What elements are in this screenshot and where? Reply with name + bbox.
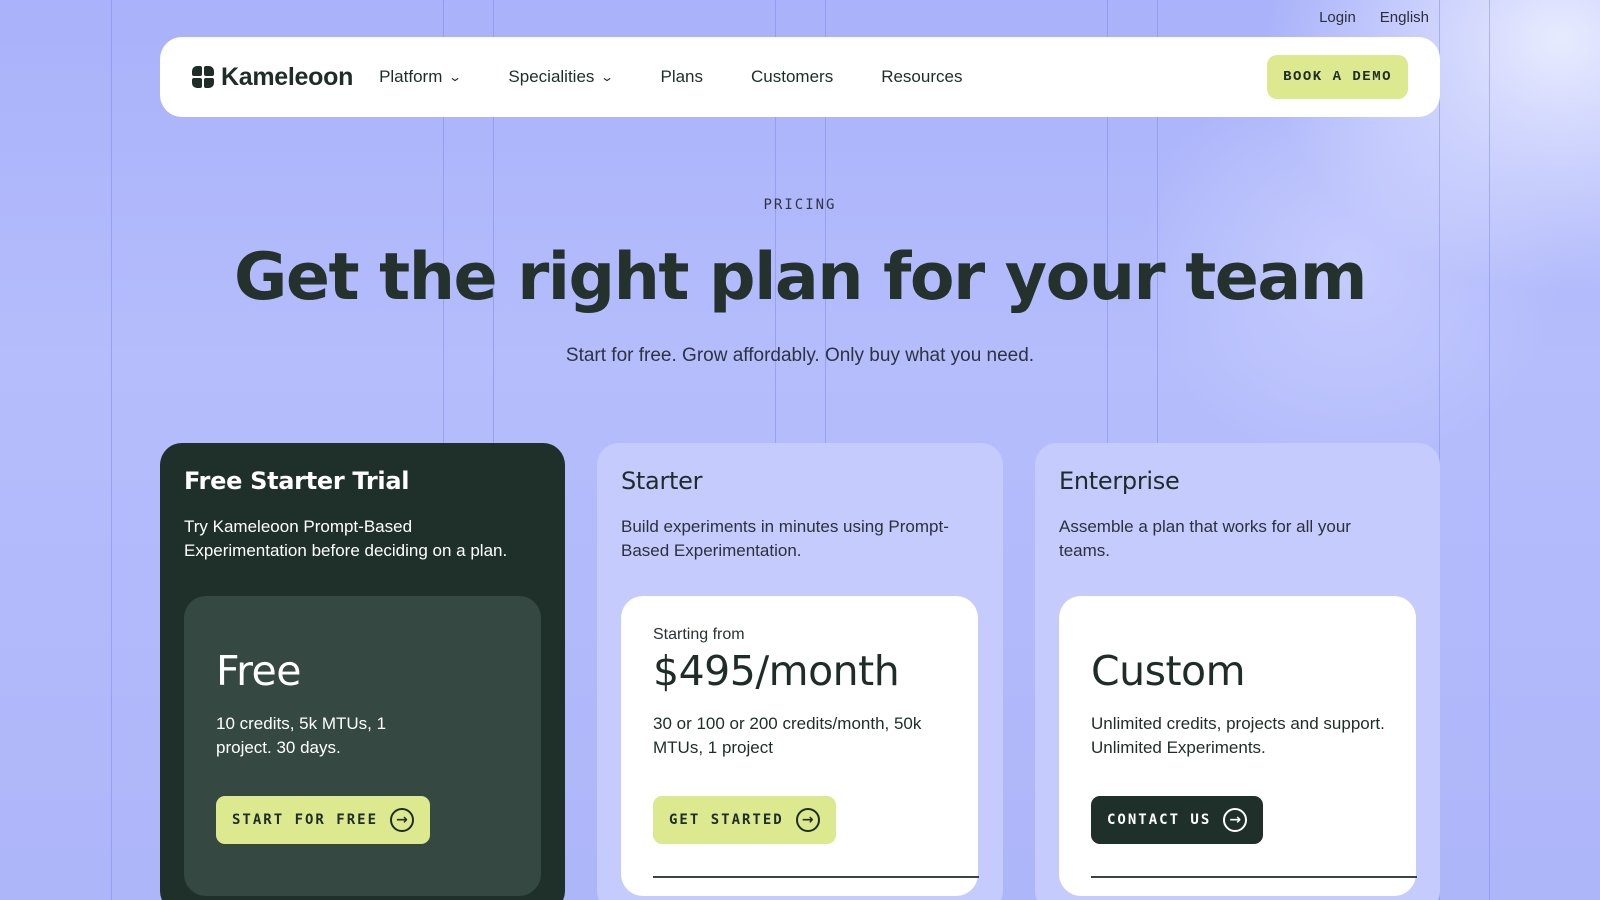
divider [653,876,979,878]
brand-logo[interactable]: Kameleoon [192,63,353,92]
plan-price: Custom [1091,647,1246,695]
plan-description: Try Kameleoon Prompt-Based Experimentati… [184,517,508,560]
plan-card-starter: Starter Build experiments in minutes usi… [597,443,1003,900]
main-navbar: Kameleoon Platform ⌄ Specialities ⌄ Plan… [160,37,1440,117]
page-title: Get the right plan for your team [234,240,1367,315]
plan-details: 10 credits, 5k MTUs, 1 project. 30 days. [216,714,387,757]
nav-menu: Platform ⌄ Specialities ⌄ Plans Customer… [379,67,1010,87]
get-started-button[interactable]: GET STARTED → [653,796,836,844]
nav-item-label: Specialities [508,67,595,86]
nav-item-specialities[interactable]: Specialities ⌄ [508,67,615,87]
brand-name: Kameleoon [221,62,354,91]
language-selector[interactable]: English [1380,9,1429,26]
nav-item-resources[interactable]: Resources [881,67,962,87]
plan-details: Unlimited credits, projects and support.… [1091,714,1385,757]
nav-item-label: Customers [751,67,834,86]
price-prefix: Starting from [653,626,745,643]
nav-item-platform[interactable]: Platform ⌄ [379,67,463,87]
plan-name: Enterprise [1059,467,1180,495]
arrow-right-circle-icon: → [1223,808,1248,832]
plan-price: $495/month [653,647,900,695]
chevron-down-icon: ⌄ [600,70,615,84]
book-demo-button[interactable]: BOOK A DEMO [1267,55,1408,99]
nav-item-label: Plans [660,67,704,86]
nav-item-customers[interactable]: Customers [751,67,833,87]
page-subtitle: Start for free. Grow affordably. Only bu… [565,345,1035,366]
nav-item-label: Platform [379,67,443,86]
plan-description: Build experiments in minutes using Promp… [621,517,949,560]
nav-item-plans[interactable]: Plans [660,67,703,87]
plan-card-enterprise: Enterprise Assemble a plan that works fo… [1035,443,1440,900]
login-link[interactable]: Login [1319,9,1356,26]
plan-name: Starter [621,467,703,495]
plan-price-box: Free 10 credits, 5k MTUs, 1 project. 30 … [184,596,541,896]
button-label: GET STARTED [669,812,784,828]
start-for-free-button[interactable]: START FOR FREE → [216,796,431,844]
grid-line [111,0,112,900]
grid-line [1489,0,1490,900]
plan-name: Free Starter Trial [184,467,410,495]
plan-price-box: Starting from $495/month 30 or 100 or 20… [621,596,979,896]
button-label: START FOR FREE [232,812,379,828]
plan-details: 30 or 100 or 200 credits/month, 50k MTUs… [653,714,922,757]
pricing-eyebrow: PRICING [763,197,837,213]
kameleoon-logo-icon [192,66,214,88]
price-prefix [1091,626,1384,646]
plan-price-box: Custom Unlimited credits, projects and s… [1059,596,1417,896]
price-prefix [216,626,509,646]
divider [1091,876,1417,878]
plan-description: Assemble a plan that works for all your … [1059,517,1351,560]
plan-price: Free [216,647,302,695]
arrow-right-circle-icon: → [390,808,415,832]
top-links: Login English [1319,9,1429,26]
nav-item-label: Resources [881,67,963,86]
plan-card-free-trial: Free Starter Trial Try Kameleoon Prompt-… [160,443,565,900]
button-label: CONTACT US [1107,812,1212,828]
chevron-down-icon: ⌄ [448,70,463,84]
contact-us-button[interactable]: CONTACT US → [1091,796,1264,844]
arrow-right-circle-icon: → [795,808,820,832]
